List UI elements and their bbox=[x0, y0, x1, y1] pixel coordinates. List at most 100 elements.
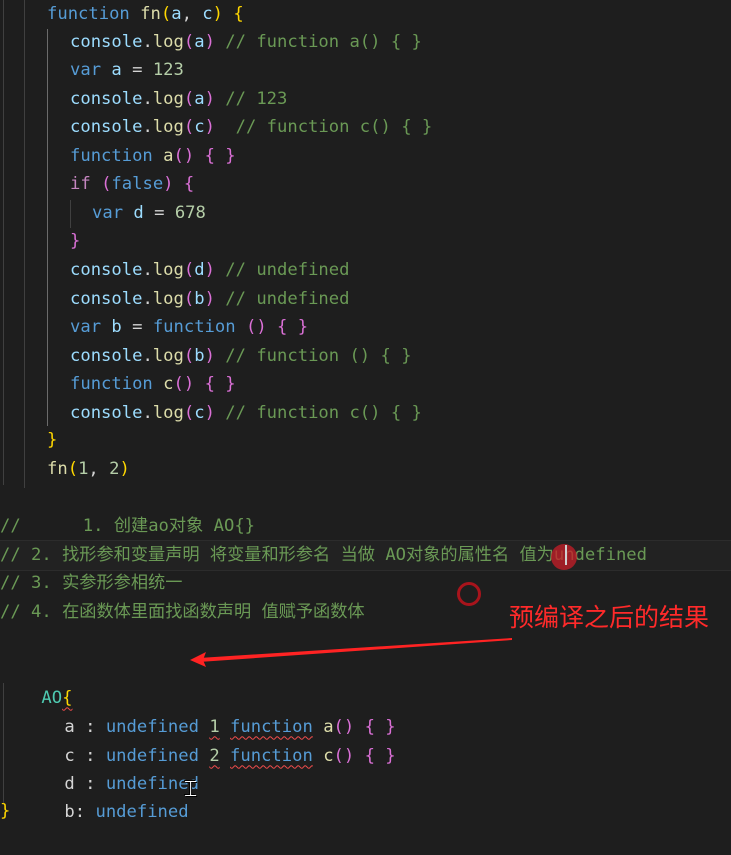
code-token: = bbox=[121, 317, 153, 337]
ao-sep: : bbox=[74, 801, 96, 822]
code-token: ) bbox=[119, 459, 130, 479]
code-token: console bbox=[70, 260, 143, 280]
code-token: // 123 bbox=[225, 89, 288, 109]
code-token: // function a() { } bbox=[225, 32, 422, 52]
code-token: function bbox=[70, 146, 153, 166]
code-line: console.log(c) // function c() { } bbox=[70, 399, 422, 428]
code-token: a bbox=[163, 146, 174, 166]
code-token: = bbox=[121, 60, 153, 80]
code-token: a bbox=[111, 60, 122, 80]
code-line: var a = 123 bbox=[70, 56, 184, 85]
comment-line-2-current: // 2. 找形参和变量声明 将变量和形参名 当做 AO对象的属性名 值为und… bbox=[0, 540, 731, 571]
ao-fn-parens: () bbox=[333, 745, 355, 766]
ao-fn-name: c bbox=[323, 745, 334, 766]
code-token: // function c() { } bbox=[225, 403, 422, 423]
code-token: . bbox=[142, 403, 153, 423]
code-token: ( bbox=[183, 32, 195, 52]
code-token: . bbox=[142, 32, 153, 52]
code-token: fn bbox=[47, 459, 68, 479]
code-token: console bbox=[70, 346, 143, 366]
code-token: ) bbox=[204, 403, 215, 423]
code-token: false bbox=[111, 174, 164, 194]
code-line: console.log(a) // 123 bbox=[70, 85, 287, 114]
code-token: ( bbox=[160, 4, 172, 24]
code-token: ( bbox=[183, 260, 195, 280]
comment-line-4: // 4. 在函数体里面找函数声明 值赋予函数体 bbox=[0, 602, 365, 622]
code-token: // undefined bbox=[225, 260, 350, 280]
indent-guide bbox=[3, 0, 4, 485]
code-token: ) bbox=[204, 32, 215, 52]
ao-fn-keyword: function bbox=[230, 745, 313, 766]
code-line: function fn(a, c) { bbox=[47, 0, 244, 29]
code-token: ) bbox=[204, 289, 215, 309]
code-token: a bbox=[171, 4, 182, 24]
code-token: b bbox=[194, 346, 205, 366]
code-token: d bbox=[133, 203, 144, 223]
code-token: { } bbox=[204, 146, 236, 166]
code-token: ( bbox=[183, 403, 195, 423]
click-indicator bbox=[551, 544, 577, 570]
code-token: ) bbox=[163, 174, 174, 194]
code-token: c bbox=[202, 4, 213, 24]
code-token: // undefined bbox=[225, 289, 350, 309]
code-token: { } bbox=[204, 374, 236, 394]
code-token: d bbox=[194, 260, 205, 280]
code-token: () bbox=[245, 317, 267, 337]
code-token: ) bbox=[204, 89, 215, 109]
code-token: log bbox=[152, 260, 184, 280]
code-token: function bbox=[152, 317, 236, 337]
code-token: , bbox=[88, 459, 110, 479]
code-token: = bbox=[143, 203, 175, 223]
annotation-label: 预编译之后的结果 bbox=[509, 603, 710, 632]
code-token: { } bbox=[277, 317, 309, 337]
code-token: fn bbox=[140, 4, 161, 24]
code-token: } bbox=[70, 231, 81, 251]
code-token: console bbox=[70, 117, 143, 137]
code-line: var d = 678 bbox=[92, 199, 206, 228]
code-token: ) bbox=[204, 346, 215, 366]
code-line: console.log(a) // function a() { } bbox=[70, 28, 422, 57]
code-token: a bbox=[194, 32, 205, 52]
code-token: 1 bbox=[78, 459, 89, 479]
ao-row-a: a : undefined 1 function a() { } bbox=[23, 684, 395, 737]
ao-close-line: } bbox=[0, 801, 11, 821]
code-token: ) bbox=[212, 4, 223, 24]
code-token: ( bbox=[183, 289, 195, 309]
code-token: ( bbox=[67, 459, 79, 479]
code-token: b bbox=[194, 289, 205, 309]
code-token: } bbox=[47, 430, 58, 450]
code-line: console.log(d) // undefined bbox=[70, 256, 349, 285]
code-token: c bbox=[163, 374, 174, 394]
code-token: var bbox=[70, 317, 102, 337]
code-token: . bbox=[142, 289, 153, 309]
code-line: } bbox=[47, 426, 57, 455]
code-editor[interactable]: function fn(a, c) {console.log(a) // fun… bbox=[0, 0, 731, 823]
code-line: console.log(b) // function () { } bbox=[70, 342, 412, 371]
code-token: 678 bbox=[174, 203, 206, 223]
code-token: { bbox=[233, 4, 244, 24]
code-token: console bbox=[70, 403, 143, 423]
code-token: log bbox=[152, 32, 184, 52]
code-token: c bbox=[194, 403, 205, 423]
comment-line-3: // 3. 实参形参相统一 bbox=[0, 573, 183, 593]
code-token: c bbox=[194, 117, 205, 137]
code-token: // function () { } bbox=[225, 346, 412, 366]
ao-row-c: c : undefined 2 function c() { } bbox=[23, 713, 395, 766]
ibeam-cursor-icon: ⌶ bbox=[184, 777, 198, 802]
ao-row-b: b: undefined bbox=[23, 769, 188, 822]
code-line: } bbox=[70, 227, 80, 256]
code-token: log bbox=[152, 403, 184, 423]
code-token: { bbox=[183, 174, 195, 194]
indent-guide bbox=[24, 0, 25, 488]
